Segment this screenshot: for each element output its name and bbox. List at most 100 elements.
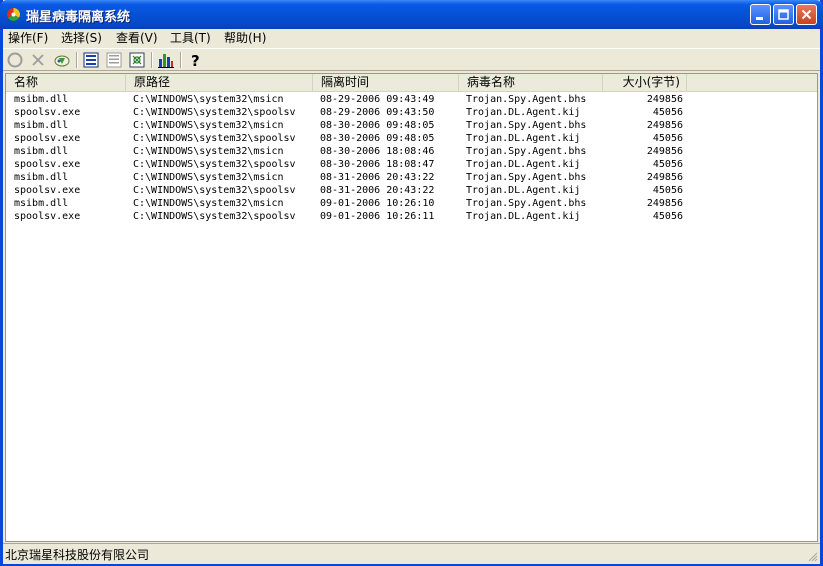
cell-path: C:\WINDOWS\system32\spoolsv: [133, 211, 296, 222]
close-button[interactable]: [796, 4, 817, 25]
menu-tools[interactable]: 工具(T): [170, 30, 211, 47]
cell-virus: Trojan.Spy.Agent.bhs: [466, 198, 587, 209]
cell-time: 08-29-2006 09:43:50: [320, 107, 435, 118]
cell-name: msibm.dll: [14, 146, 69, 157]
status-bar: 北京瑞星科技股份有限公司: [3, 543, 820, 564]
table-row[interactable]: msibm.dll C:\WINDOWS\system32\msicn 09-01-…: [6, 197, 817, 210]
cell-time: 08-31-2006 20:43:22: [320, 172, 435, 183]
cell-name: spoolsv.exe: [14, 159, 81, 170]
toolbar-separator: [151, 52, 153, 68]
list-view-icon[interactable]: [82, 51, 100, 69]
close-icon: [801, 9, 812, 20]
cell-size: 45056: [652, 185, 683, 196]
toolbar-separator: [76, 52, 78, 68]
details-view-icon[interactable]: [105, 51, 123, 69]
column-header-virus[interactable]: 病毒名称: [459, 74, 603, 91]
table-row[interactable]: spoolsv.exe C:\WINDOWS\system32\spoolsv 08…: [6, 184, 817, 197]
cell-virus: Trojan.Spy.Agent.bhs: [466, 94, 587, 105]
menu-operate[interactable]: 操作(F): [8, 30, 48, 47]
cell-time: 08-29-2006 09:43:49: [320, 94, 435, 105]
delete-icon[interactable]: [29, 51, 47, 69]
cell-name: spoolsv.exe: [14, 185, 81, 196]
cell-time: 09-01-2006 10:26:10: [320, 198, 435, 209]
help-icon[interactable]: ?: [186, 51, 204, 69]
minimize-icon: [756, 17, 763, 20]
cell-size: 249856: [646, 198, 683, 209]
cell-path: C:\WINDOWS\system32\spoolsv: [133, 159, 296, 170]
table-row[interactable]: spoolsv.exe C:\WINDOWS\system32\spoolsv 09…: [6, 210, 817, 223]
cell-name: msibm.dll: [14, 198, 69, 209]
window-title: 瑞星病毒隔离系统: [26, 10, 131, 25]
cell-time: 08-30-2006 09:48:05: [320, 120, 435, 131]
cell-time: 08-30-2006 18:08:47: [320, 159, 435, 170]
table-row[interactable]: spoolsv.exe C:\WINDOWS\system32\spoolsv 08…: [6, 132, 817, 145]
table-row[interactable]: spoolsv.exe C:\WINDOWS\system32\spoolsv 08…: [6, 106, 817, 119]
cell-name: spoolsv.exe: [14, 211, 81, 222]
cell-name: msibm.dll: [14, 172, 69, 183]
cell-path: C:\WINDOWS\system32\spoolsv: [133, 185, 296, 196]
cell-size: 45056: [652, 211, 683, 222]
properties-icon[interactable]: [128, 51, 146, 69]
rising-logo-icon: [6, 8, 20, 21]
maximize-button[interactable]: [773, 4, 794, 25]
column-header-size[interactable]: 大小(字节): [603, 74, 687, 91]
cell-size: 45056: [652, 159, 683, 170]
cell-time: 09-01-2006 10:26:11: [320, 211, 435, 222]
cell-time: 08-30-2006 09:48:05: [320, 133, 435, 144]
menu-select[interactable]: 选择(S): [61, 30, 102, 47]
cell-time: 08-30-2006 18:08:46: [320, 146, 435, 157]
app-window: 瑞星病毒隔离系统 操作(F) 选择(S) 查看(V) 工具(T) 帮助(H) ?…: [0, 0, 823, 566]
column-header-path[interactable]: 原路径: [126, 74, 313, 91]
cell-size: 249856: [646, 120, 683, 131]
cell-size: 249856: [646, 146, 683, 157]
cell-name: msibm.dll: [14, 120, 69, 131]
menu-bar: 操作(F) 选择(S) 查看(V) 工具(T) 帮助(H): [3, 29, 820, 48]
cell-virus: Trojan.Spy.Agent.bhs: [466, 146, 587, 157]
cell-path: C:\WINDOWS\system32\spoolsv: [133, 107, 296, 118]
cell-virus: Trojan.DL.Agent.kij: [466, 133, 581, 144]
menu-help[interactable]: 帮助(H): [224, 30, 266, 47]
column-header-time[interactable]: 隔离时间: [313, 74, 459, 91]
cell-size: 45056: [652, 107, 683, 118]
table-row[interactable]: msibm.dll C:\WINDOWS\system32\msicn 08-31-…: [6, 171, 817, 184]
cell-virus: Trojan.Spy.Agent.bhs: [466, 172, 587, 183]
statistics-icon[interactable]: [157, 51, 175, 69]
cell-virus: Trojan.DL.Agent.kij: [466, 211, 581, 222]
cell-path: C:\WINDOWS\system32\msicn: [133, 120, 284, 131]
cell-size: 249856: [646, 94, 683, 105]
cell-path: C:\WINDOWS\system32\msicn: [133, 198, 284, 209]
cell-path: C:\WINDOWS\system32\msicn: [133, 172, 284, 183]
toolbar: ?: [3, 48, 820, 71]
cell-name: msibm.dll: [14, 94, 69, 105]
svg-text:?: ?: [191, 52, 200, 69]
table-row[interactable]: spoolsv.exe C:\WINDOWS\system32\spoolsv 08…: [6, 158, 817, 171]
add-icon[interactable]: [53, 51, 71, 69]
toolbar-separator: [180, 52, 182, 68]
quarantine-list[interactable]: 名称 原路径 隔离时间 病毒名称 大小(字节) msibm.dll C:\WIND…: [5, 73, 818, 542]
restore-icon[interactable]: [6, 51, 24, 69]
cell-time: 08-31-2006 20:43:22: [320, 185, 435, 196]
status-text: 北京瑞星科技股份有限公司: [5, 548, 150, 562]
cell-virus: Trojan.DL.Agent.kij: [466, 159, 581, 170]
table-row[interactable]: msibm.dll C:\WINDOWS\system32\msicn 08-30-…: [6, 145, 817, 158]
table-row[interactable]: msibm.dll C:\WINDOWS\system32\msicn 08-29-…: [6, 93, 817, 106]
cell-name: spoolsv.exe: [14, 107, 81, 118]
cell-name: spoolsv.exe: [14, 133, 81, 144]
list-header: 名称 原路径 隔离时间 病毒名称 大小(字节): [6, 74, 817, 92]
minimize-button[interactable]: [750, 4, 771, 25]
maximize-icon: [778, 9, 789, 20]
title-bar[interactable]: 瑞星病毒隔离系统: [0, 0, 823, 29]
resize-grip-icon[interactable]: [806, 550, 818, 562]
cell-virus: Trojan.DL.Agent.kij: [466, 107, 581, 118]
cell-size: 45056: [652, 133, 683, 144]
cell-path: C:\WINDOWS\system32\msicn: [133, 94, 284, 105]
cell-virus: Trojan.Spy.Agent.bhs: [466, 120, 587, 131]
cell-path: C:\WINDOWS\system32\spoolsv: [133, 133, 296, 144]
table-row[interactable]: msibm.dll C:\WINDOWS\system32\msicn 08-30-…: [6, 119, 817, 132]
cell-size: 249856: [646, 172, 683, 183]
cell-path: C:\WINDOWS\system32\msicn: [133, 146, 284, 157]
menu-view[interactable]: 查看(V): [116, 30, 158, 47]
column-header-name[interactable]: 名称: [6, 74, 126, 91]
list-rows: msibm.dll C:\WINDOWS\system32\msicn 08-29-…: [6, 93, 817, 223]
cell-virus: Trojan.DL.Agent.kij: [466, 185, 581, 196]
